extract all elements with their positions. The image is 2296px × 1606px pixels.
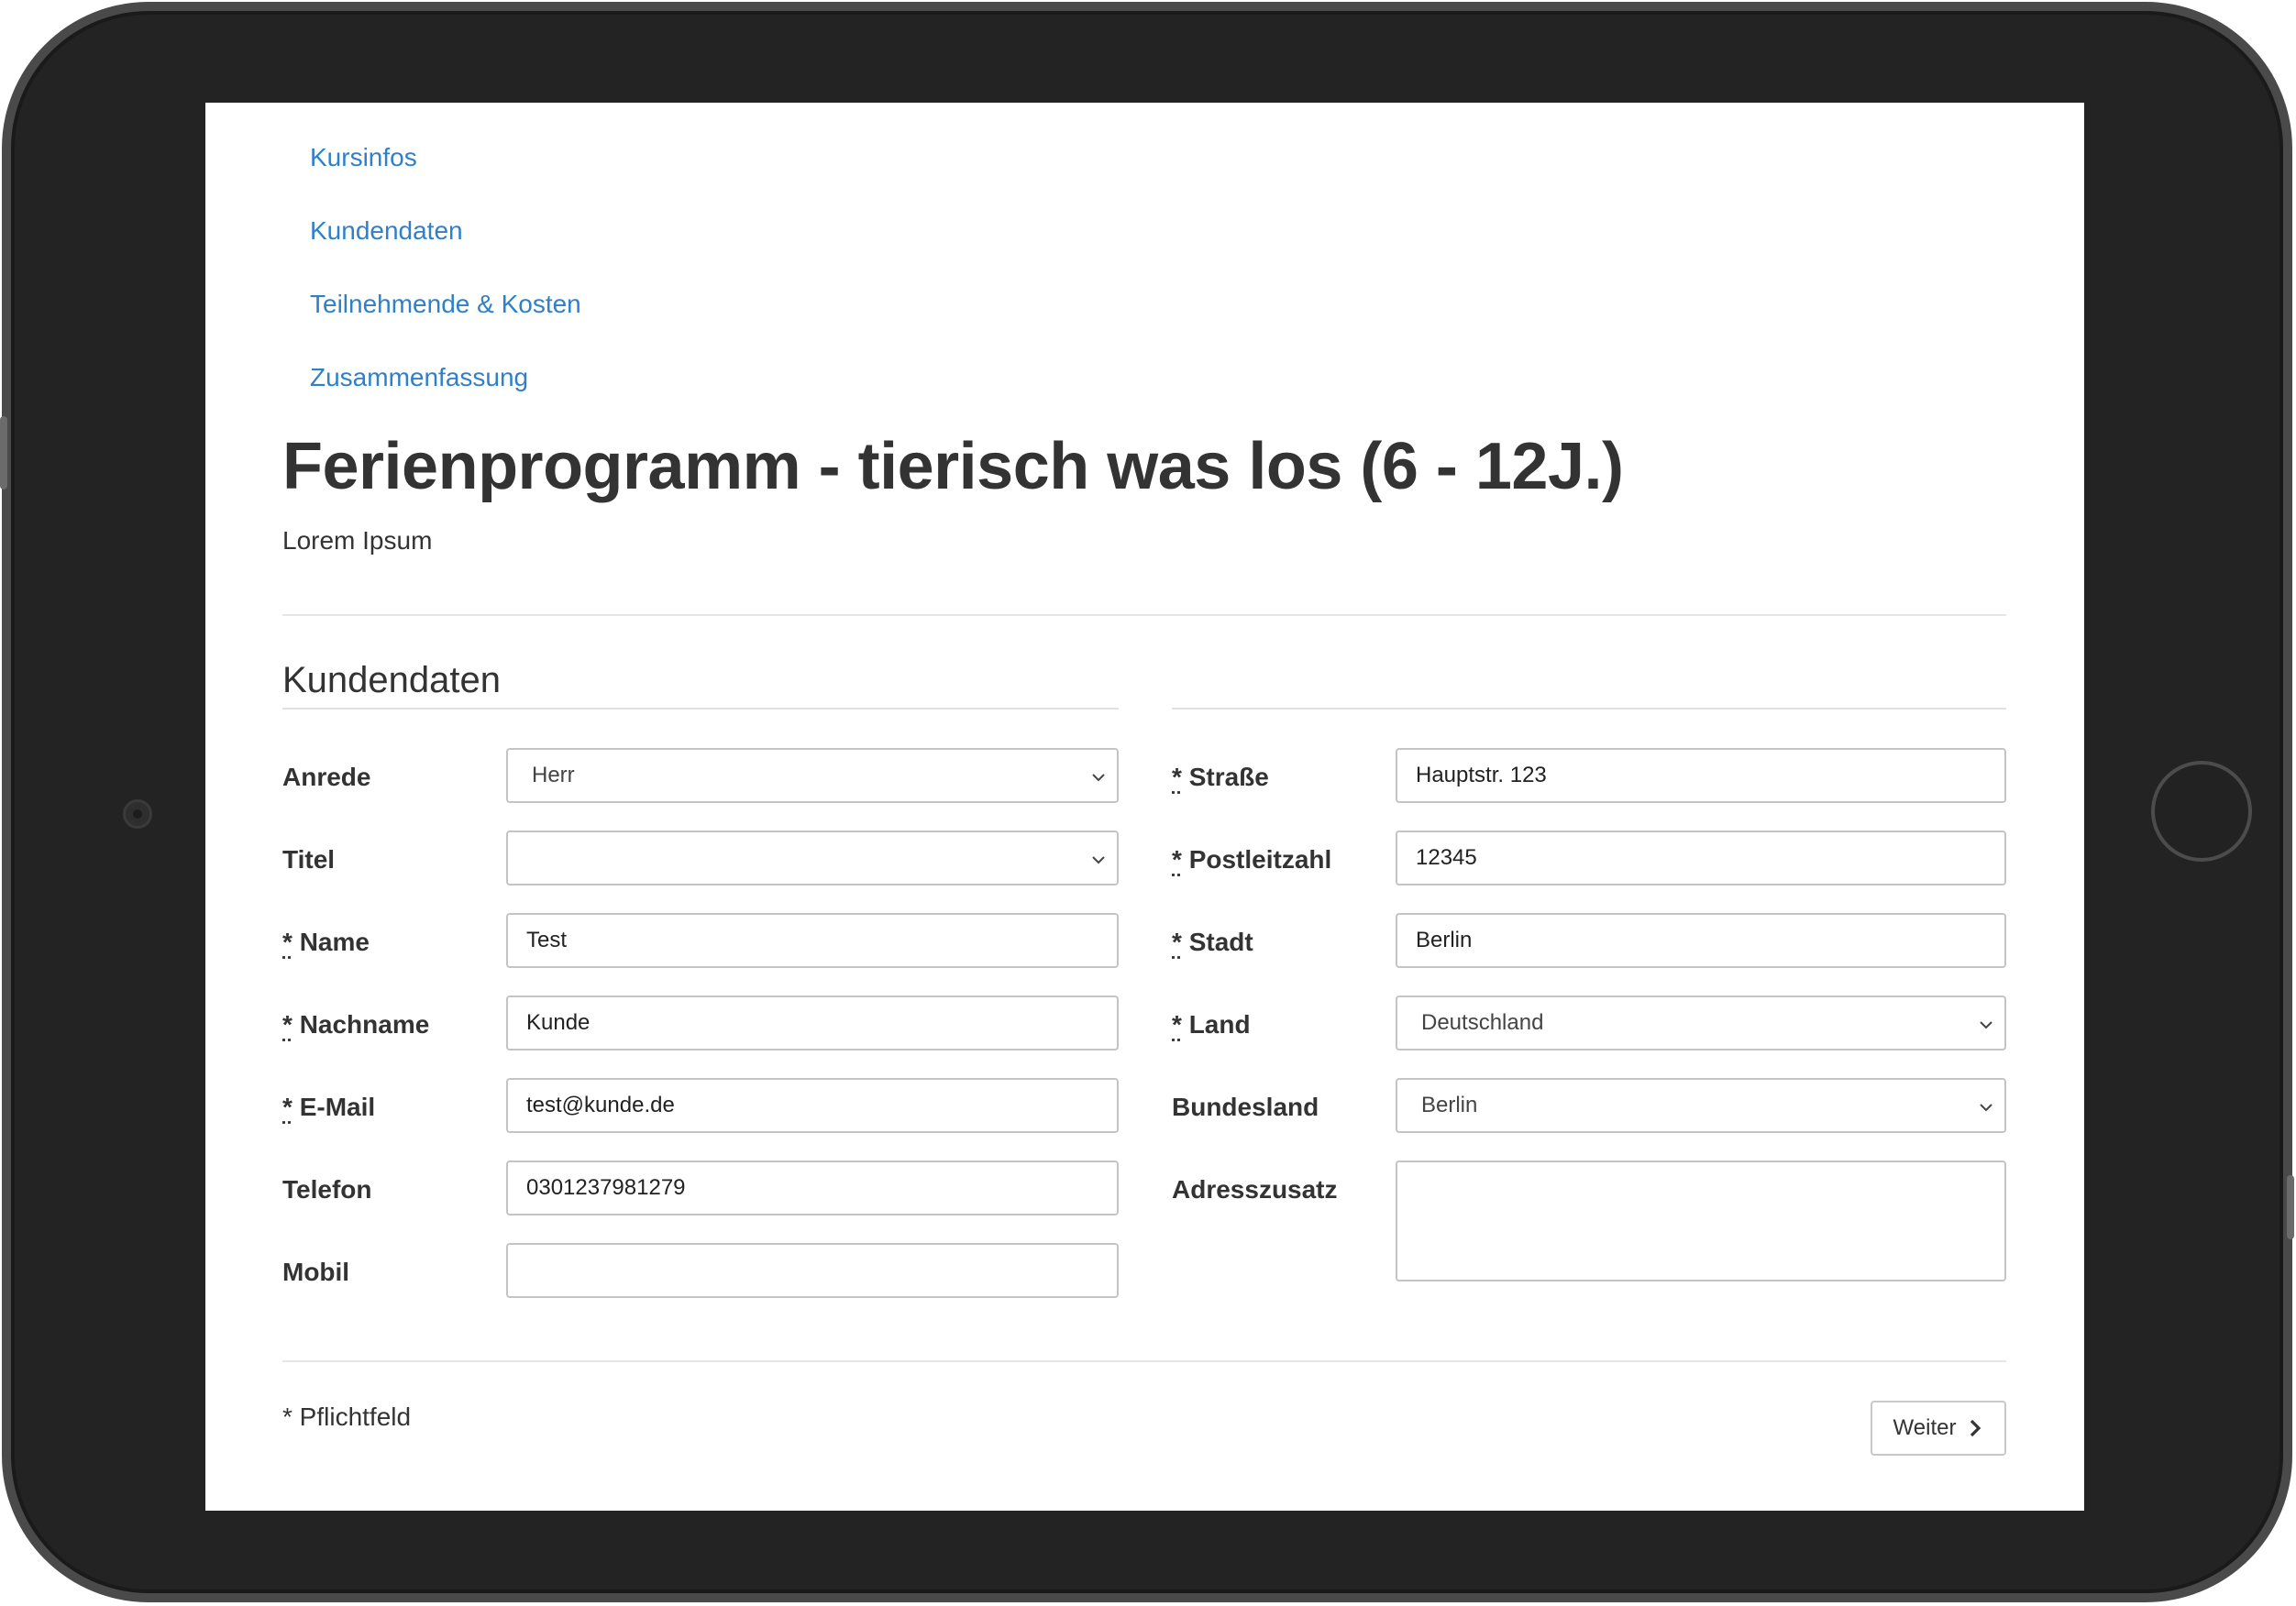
name-label-text: Name bbox=[299, 928, 370, 956]
email-label: * E-Mail bbox=[282, 1093, 375, 1122]
form-row-mobil: Mobil bbox=[282, 1243, 1119, 1298]
anrede-label: Anrede bbox=[282, 763, 371, 791]
form-row-stadt: * Stadt bbox=[1172, 913, 2006, 968]
form-row-plz: * Postleitzahl bbox=[1172, 830, 2006, 886]
plz-label-text: Postleitzahl bbox=[1188, 845, 1332, 874]
stadt-label-text: Stadt bbox=[1188, 928, 1253, 956]
required-marker: * bbox=[282, 1010, 293, 1039]
step-item: Zusammenfassung bbox=[310, 341, 581, 414]
form-row-name: * Name bbox=[282, 913, 1119, 968]
email-input[interactable] bbox=[506, 1078, 1119, 1133]
next-button-label: Weiter bbox=[1893, 1415, 1957, 1440]
mobil-input[interactable] bbox=[506, 1243, 1119, 1298]
form-row-adresszusatz: Adresszusatz bbox=[1172, 1160, 2006, 1282]
plz-label: * Postleitzahl bbox=[1172, 845, 1331, 874]
chevron-down-icon bbox=[1092, 856, 1105, 864]
stadt-input[interactable] bbox=[1396, 913, 2006, 968]
email-label-text: E-Mail bbox=[299, 1093, 376, 1121]
page-subtitle: Lorem Ipsum bbox=[282, 526, 433, 555]
bundesland-label: Bundesland bbox=[1172, 1093, 1319, 1121]
side-button bbox=[0, 416, 7, 490]
land-label: * Land bbox=[1172, 1010, 1251, 1040]
required-marker: * bbox=[282, 928, 293, 956]
adresszusatz-textarea[interactable] bbox=[1396, 1160, 2006, 1282]
land-value: Deutschland bbox=[1421, 1010, 1544, 1035]
name-label: * Name bbox=[282, 928, 370, 957]
name-input[interactable] bbox=[506, 913, 1119, 968]
form-row-nachname: * Nachname bbox=[282, 996, 1119, 1050]
required-marker: * bbox=[1172, 1010, 1182, 1039]
chevron-down-icon bbox=[1980, 1021, 1992, 1029]
form-row-email: * E-Mail bbox=[282, 1078, 1119, 1133]
form-row-titel: Titel bbox=[282, 830, 1119, 886]
step-item: Kursinfos bbox=[310, 121, 581, 194]
bundesland-value: Berlin bbox=[1421, 1093, 1478, 1117]
land-select[interactable]: Deutschland bbox=[1396, 996, 2006, 1050]
step-link-teilnehmende[interactable]: Teilnehmende & Kosten bbox=[310, 290, 581, 319]
mobil-label: Mobil bbox=[282, 1258, 350, 1286]
required-field-note: * Pflichtfeld bbox=[282, 1402, 412, 1431]
plz-input[interactable] bbox=[1396, 830, 2006, 886]
screen: Kursinfos Kundendaten Teilnehmende & Kos… bbox=[205, 103, 2084, 1511]
step-link-zusammenfassung[interactable]: Zusammenfassung bbox=[310, 363, 528, 392]
chevron-down-icon bbox=[1092, 774, 1105, 782]
side-button bbox=[2287, 1175, 2294, 1239]
required-marker: * bbox=[1172, 845, 1182, 874]
nachname-label-text: Nachname bbox=[299, 1010, 430, 1039]
step-item: Kundendaten bbox=[310, 194, 581, 268]
page-title: Ferienprogramm - tierisch was los (6 - 1… bbox=[282, 430, 1624, 503]
titel-select[interactable] bbox=[506, 830, 1119, 886]
form-row-land: * Land Deutschland bbox=[1172, 996, 2006, 1050]
divider bbox=[282, 614, 2006, 616]
form-row-strasse: * Straße bbox=[1172, 748, 2006, 803]
chevron-right-icon bbox=[1970, 1419, 1981, 1437]
required-marker: * bbox=[1172, 928, 1182, 956]
strasse-label: * Straße bbox=[1172, 763, 1269, 792]
form-row-telefon: Telefon bbox=[282, 1160, 1119, 1216]
bundesland-select[interactable]: Berlin bbox=[1396, 1078, 2006, 1133]
anrede-select[interactable]: Herr bbox=[506, 748, 1119, 803]
nachname-label: * Nachname bbox=[282, 1010, 429, 1040]
section-title: Kundendaten bbox=[282, 660, 502, 700]
step-link-kursinfos[interactable]: Kursinfos bbox=[310, 143, 417, 172]
home-button[interactable] bbox=[2151, 761, 2252, 862]
strasse-input[interactable] bbox=[1396, 748, 2006, 803]
divider bbox=[1172, 708, 2006, 710]
required-marker: * bbox=[1172, 763, 1182, 791]
telefon-input[interactable] bbox=[506, 1160, 1119, 1216]
nachname-input[interactable] bbox=[506, 996, 1119, 1050]
strasse-label-text: Straße bbox=[1188, 763, 1269, 791]
camera-icon bbox=[123, 799, 152, 829]
titel-label: Titel bbox=[282, 845, 336, 874]
step-navigation: Kursinfos Kundendaten Teilnehmende & Kos… bbox=[310, 121, 581, 414]
form-row-anrede: Anrede Herr bbox=[282, 748, 1119, 803]
adresszusatz-label: Adresszusatz bbox=[1172, 1175, 1338, 1204]
step-item: Teilnehmende & Kosten bbox=[310, 268, 581, 341]
stadt-label: * Stadt bbox=[1172, 928, 1253, 957]
divider bbox=[282, 1360, 2006, 1362]
telefon-label: Telefon bbox=[282, 1175, 372, 1204]
anrede-value: Herr bbox=[532, 763, 575, 787]
form-row-bundesland: Bundesland Berlin bbox=[1172, 1078, 2006, 1133]
required-marker: * bbox=[282, 1093, 293, 1121]
land-label-text: Land bbox=[1188, 1010, 1251, 1039]
chevron-down-icon bbox=[1980, 1104, 1992, 1112]
divider bbox=[282, 708, 1119, 710]
step-link-kundendaten[interactable]: Kundendaten bbox=[310, 216, 463, 246]
next-button[interactable]: Weiter bbox=[1871, 1401, 2006, 1456]
